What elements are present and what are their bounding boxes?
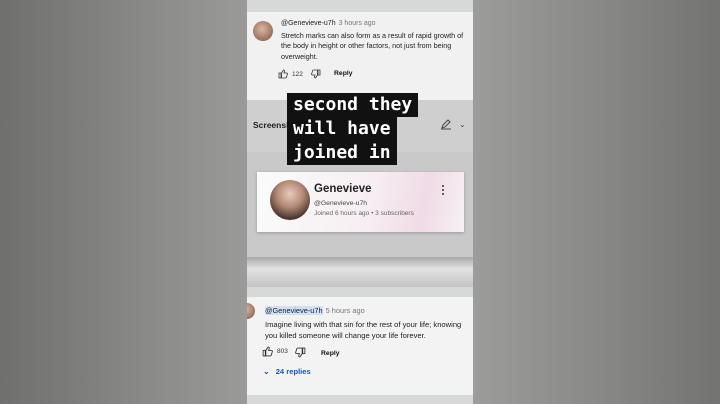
caption-line: joined in [287,141,397,165]
profile-handle: @Genevieve-u7h [314,200,367,207]
like-action[interactable]: 122 [278,69,303,79]
reply-button[interactable]: Reply [334,70,353,77]
comment-header: @Genevieve-u7h 3 hours ago [281,20,376,27]
comment-time: 5 hours ago [325,306,365,315]
comment-text: Imagine living with that sin for the res… [265,320,462,340]
comment-handle[interactable]: @Genevieve-u7h [265,306,323,315]
more-options-icon[interactable] [442,185,445,197]
like-count: 122 [292,70,303,78]
profile-popup-area: Genevieve @Genevieve-u7h Joined 6 hours … [247,152,473,257]
comment-header: @Genevieve-u7h 5 hours ago [265,306,365,315]
profile-meta: Joined 6 hours ago • 3 subscribers [314,210,414,217]
chevron-down-icon[interactable]: ⌄ [263,367,270,376]
replies-count: 24 replies [275,367,311,376]
profile-name: Genevieve [314,183,372,195]
profile-card[interactable]: Genevieve @Genevieve-u7h Joined 6 hours … [257,172,464,232]
comment-handle[interactable]: @Genevieve-u7h [281,20,336,27]
thumbs-up-icon[interactable] [262,346,273,357]
video-caption: second they will have joined in [287,93,419,165]
left-blurred-background [0,0,247,404]
replies-toggle[interactable]: ⌄ 24 replies [263,367,311,376]
thumbs-down-icon[interactable] [311,69,321,79]
caption-line: second they [287,93,419,117]
phone-video-frame: @Genevieve-u7h 3 hours ago Stretch marks … [247,0,473,404]
profile-avatar[interactable] [270,180,310,220]
chevron-down-icon[interactable]: ⌄ [459,120,466,129]
thumbs-up-icon[interactable] [278,69,288,79]
like-action[interactable]: 803 [262,346,288,357]
right-blurred-background [473,0,720,404]
reply-button[interactable]: Reply [321,350,340,357]
bottom-comment: @Genevieve-u7h 5 hours ago Imagine living… [247,297,473,395]
thumbs-down-icon[interactable] [295,347,306,358]
comment-avatar[interactable] [253,21,273,41]
comment-text: Stretch marks can also form as a result … [281,31,464,61]
screen-glare [247,257,473,287]
caption-line: will have [287,117,397,141]
top-comment: @Genevieve-u7h 3 hours ago Stretch marks … [247,12,473,100]
pen-icon[interactable] [440,118,452,130]
comment-time: 3 hours ago [338,20,376,27]
like-count: 803 [277,348,288,355]
comment-avatar[interactable] [247,303,255,319]
